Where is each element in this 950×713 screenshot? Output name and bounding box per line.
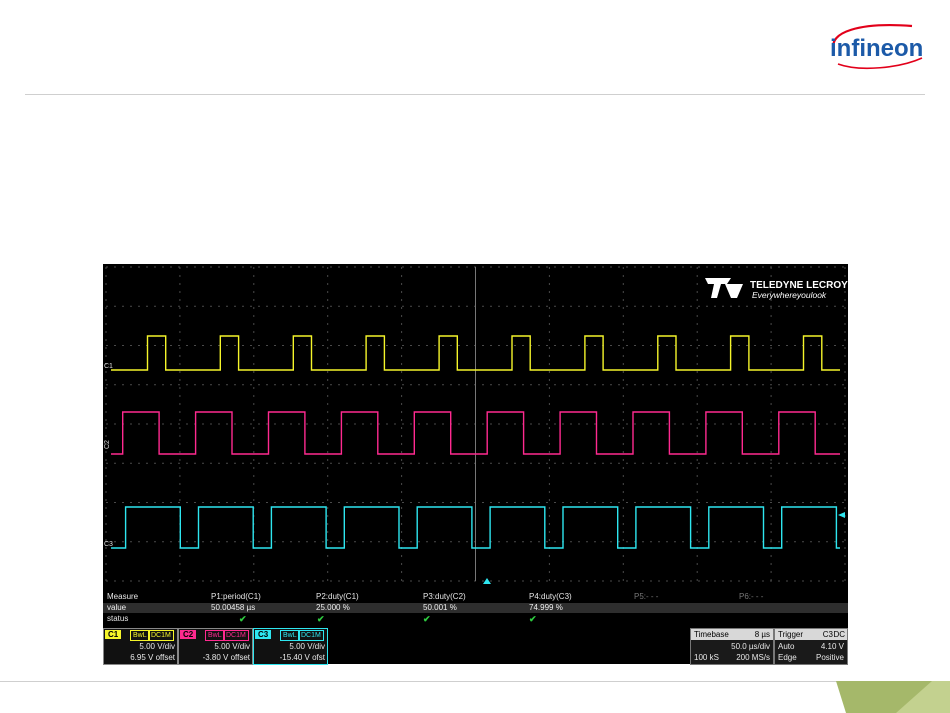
status-ok-icon: ✔: [529, 614, 537, 624]
channel-c3-coupling-flag: DC1M: [298, 630, 324, 641]
infineon-logo: infineon: [830, 24, 923, 70]
measure-p5-name[interactable]: P5:- - -: [634, 592, 658, 601]
vendor-tagline: Everywhereyoulook: [752, 290, 827, 300]
trigger-source: C3: [822, 630, 833, 639]
timebase-samples: 100 kS: [694, 653, 719, 662]
measure-p3-name[interactable]: P3:duty(C2): [423, 592, 466, 601]
channel-c1-offset: 6.95 V offset: [130, 653, 175, 662]
trigger-level: 4.10 V: [820, 642, 844, 651]
slide: infineon TELEDYNE LECROY Everywhereyoulo…: [0, 0, 950, 713]
measure-status-row: status ✔ ✔ ✔ ✔: [103, 614, 848, 624]
trace-label-c2: C2: [104, 440, 111, 449]
measure-p6-name[interactable]: P6:- - -: [739, 592, 763, 601]
channel-c2-tag: C2: [180, 630, 197, 639]
status-ok-icon: ✔: [317, 614, 325, 624]
measure-p4-name[interactable]: P4:duty(C3): [529, 592, 572, 601]
status-ok-icon: ✔: [239, 614, 247, 624]
channel-c1-bw-flag: BwL: [130, 630, 150, 641]
channel-c2-offset: -3.80 V offset: [202, 653, 250, 662]
trigger-type: Edge: [778, 653, 797, 662]
trigger-descriptor[interactable]: Trigger C3 DC Auto 4.10 V Edge Positive: [774, 628, 848, 665]
channel-c1-descriptor[interactable]: C1 BwL DC1M 5.00 V/div 6.95 V offset: [103, 628, 178, 665]
measure-header-row: Measure P1:period(C1) P2:duty(C1) P3:dut…: [103, 592, 848, 602]
measure-p1-value: 50.00458 µs: [211, 603, 256, 612]
channel-c1-tag: C1: [105, 630, 122, 639]
trigger-label: Trigger: [778, 630, 804, 639]
timebase-div: 50.0 µs/div: [731, 642, 770, 651]
trace-label-c1: C1: [104, 363, 113, 370]
channel-c2-descriptor[interactable]: C2 BwL DC1M 5.00 V/div -3.80 V offset: [178, 628, 253, 665]
channel-c2-coupling-flag: DC1M: [223, 630, 249, 641]
timebase-descriptor[interactable]: Timebase 8 µs 50.0 µs/div 100 kS 200 MS/…: [690, 628, 774, 665]
channel-c1-coupling-flag: DC1M: [148, 630, 174, 641]
footer-divider: [0, 681, 838, 682]
timebase-delay: 8 µs: [754, 630, 770, 639]
channel-c3-bw-flag: BwL: [280, 630, 300, 641]
channel-c3-offset: -15.40 V ofst: [279, 653, 325, 662]
trigger-level-marker: [838, 512, 845, 518]
header-divider: [25, 94, 925, 95]
measure-p3-value: 50.001 %: [423, 603, 457, 612]
measure-p1-name[interactable]: P1:period(C1): [211, 592, 261, 601]
channel-c2-vdiv: 5.00 V/div: [214, 642, 250, 651]
status-label: status: [107, 614, 129, 623]
corner-decoration: [836, 681, 950, 713]
value-label: value: [107, 603, 127, 612]
trigger-time-marker: [483, 578, 491, 584]
measure-p4-value: 74.999 %: [529, 603, 563, 612]
graticule: [105, 266, 846, 582]
waveform-plot: TELEDYNE LECROY Everywhereyoulook C1 C2 …: [104, 266, 848, 584]
trigger-coupling: DC: [833, 630, 845, 639]
status-ok-icon: ✔: [423, 614, 431, 624]
timebase-label: Timebase: [694, 630, 729, 639]
measure-p2-value: 25.000 %: [316, 603, 350, 612]
channel-c3-tag: C3: [255, 630, 272, 639]
teledyne-lecroy-logo: TELEDYNE LECROY Everywhereyoulook: [705, 278, 848, 300]
trigger-mode: Auto: [778, 642, 795, 651]
channel-c1-vdiv: 5.00 V/div: [139, 642, 175, 651]
timebase-rate: 200 MS/s: [736, 653, 770, 662]
trace-label-c3: C3: [104, 541, 113, 548]
channel-c3-descriptor[interactable]: C3 BwL DC1M 5.00 V/div -15.40 V ofst: [253, 628, 328, 665]
measure-label: Measure: [107, 592, 139, 601]
measure-p2-name[interactable]: P2:duty(C1): [316, 592, 359, 601]
trigger-slope: Positive: [815, 653, 844, 662]
oscilloscope-screenshot: TELEDYNE LECROY Everywhereyoulook C1 C2 …: [103, 264, 848, 665]
channel-c3-vdiv: 5.00 V/div: [289, 642, 325, 651]
channel-c2-bw-flag: BwL: [205, 630, 225, 641]
measure-value-row: value 50.00458 µs 25.000 % 50.001 % 74.9…: [103, 603, 848, 613]
infineon-logo-text: infineon: [830, 35, 923, 62]
